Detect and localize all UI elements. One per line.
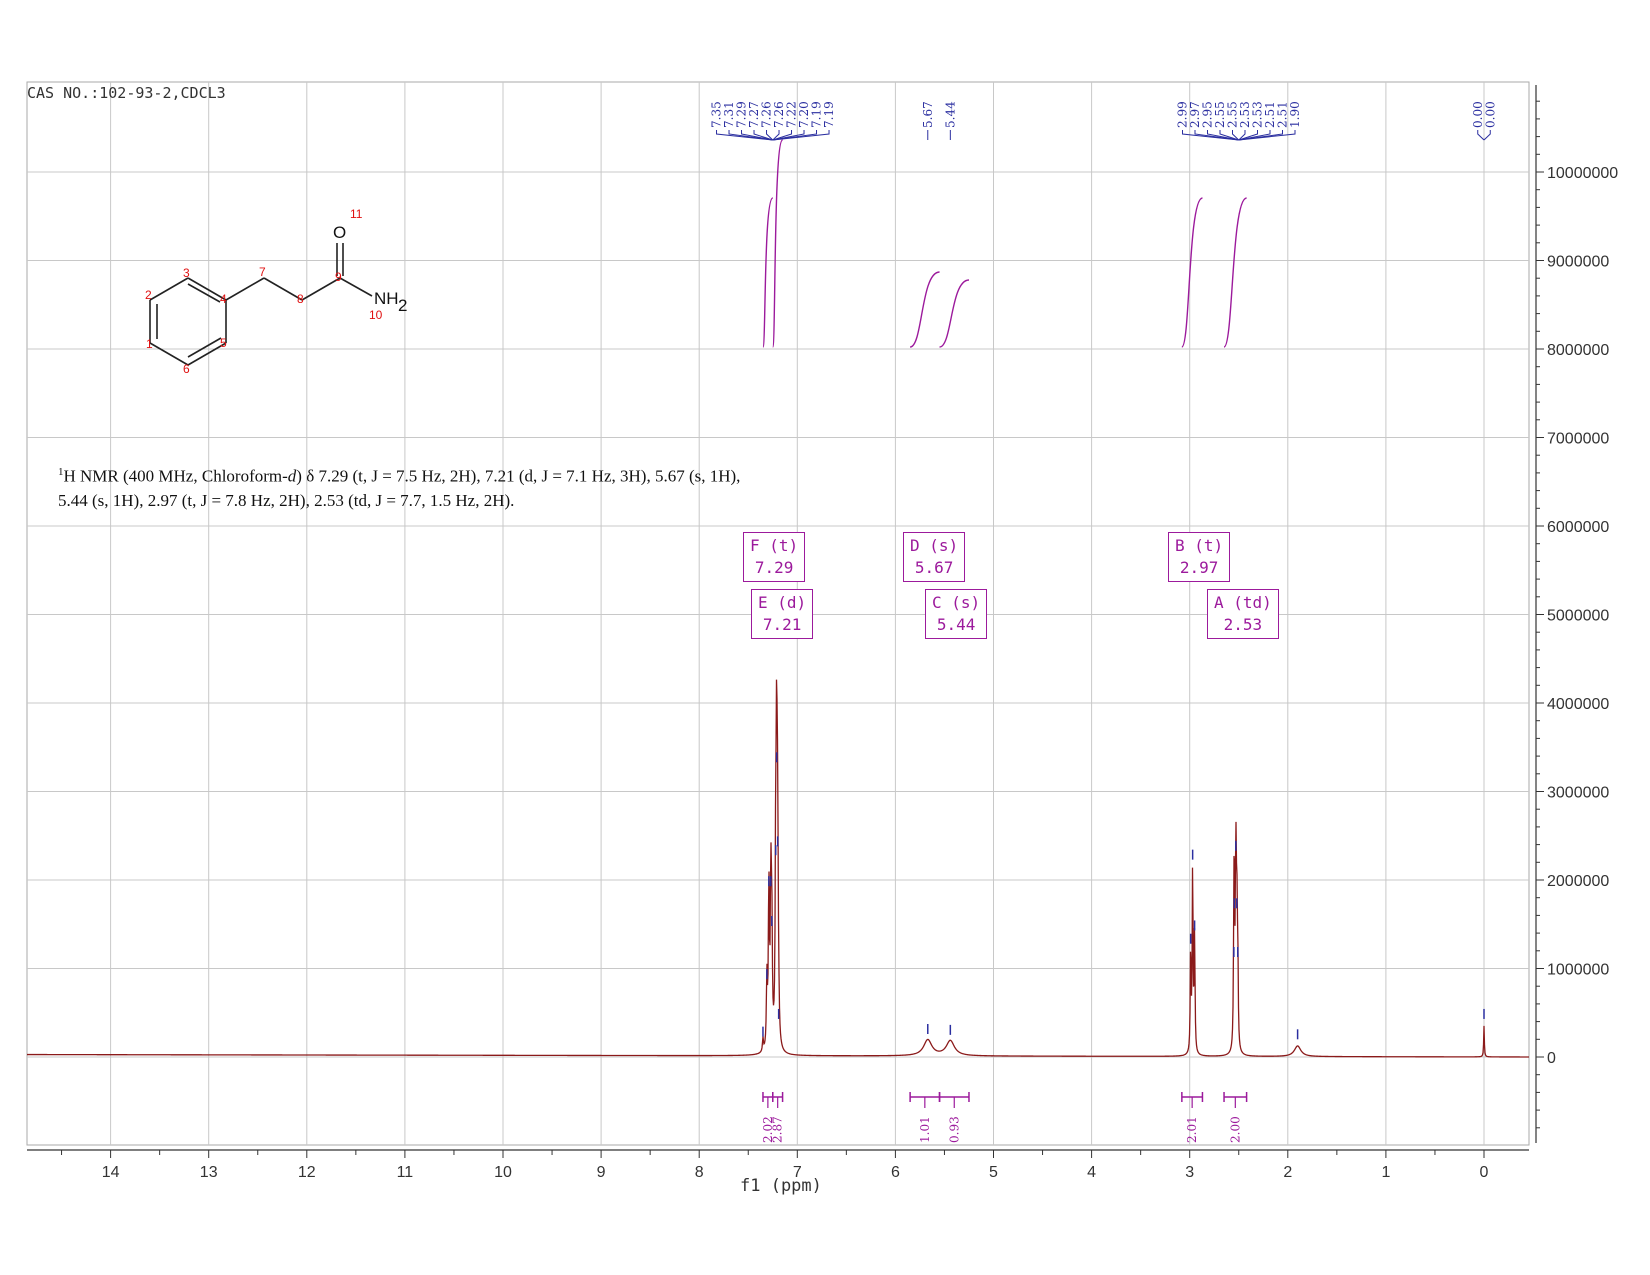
x-tick-label: 1 (1381, 1164, 1390, 1181)
multiplet-shift: 2.97 (1179, 558, 1219, 577)
multiplet-shift: 5.44 (936, 615, 976, 634)
integral-curves (762, 139, 1247, 348)
peak-shift-label: 5.44 (943, 101, 957, 128)
x-tick-label: 8 (695, 1164, 704, 1181)
atom-number: 9 (335, 270, 342, 284)
multiplet-box-c: C (s) 5.44 (925, 589, 988, 639)
y-tick-label: 7000000 (1547, 431, 1609, 448)
peak-label-leader (1483, 130, 1491, 141)
sample-label: CAS NO.:102-93-2,CDCL3 (27, 84, 226, 102)
multiplet-label: B (t) (1175, 536, 1224, 555)
bond (187, 337, 222, 358)
integration-value: 0.93 (947, 1116, 961, 1143)
x-tick-label: 14 (102, 1164, 120, 1181)
peak-shift-label: 7.19 (822, 101, 836, 128)
amine-group: NH (374, 289, 399, 308)
multiplet-box-f: F (t) 7.29 (743, 532, 806, 582)
multiplet-shift: 5.67 (914, 558, 954, 577)
y-tick-label: 4000000 (1547, 696, 1609, 713)
integration-value: 1.01 (918, 1116, 932, 1143)
atom-number: 6 (183, 362, 190, 376)
integral-curve (1181, 197, 1204, 348)
multiplet-box-e: E (d) 7.21 (751, 589, 814, 639)
y-tick-label: 6000000 (1547, 519, 1609, 536)
atom-number: 3 (183, 266, 190, 280)
x-tick-label: 10 (494, 1164, 512, 1181)
integral-curve (772, 139, 784, 348)
integration-value: 2.01 (1185, 1116, 1199, 1143)
oxygen-atom: O (333, 223, 346, 242)
integration-bars: 2.022.87 1.01 0.93 2.01 2.00 (761, 1092, 1248, 1143)
x-tick-label: 2 (1283, 1164, 1292, 1181)
atom-number: 11 (350, 207, 363, 221)
molecule-labels: O NH 2 1 2 3 4 5 6 7 8 9 10 11 (145, 207, 407, 376)
multiplet-label: D (s) (910, 536, 959, 555)
y-tick-label: 10000000 (1547, 165, 1618, 182)
x-tick-label: 0 (1480, 1164, 1489, 1181)
multiplet-box-b: B (t) 2.97 (1168, 532, 1231, 582)
integral-curve (1223, 197, 1247, 348)
bond (339, 277, 373, 297)
integration-value: 2.00 (1228, 1116, 1242, 1143)
description-line2: 5.44 (s, 1H), 2.97 (t, J = 7.8 Hz, 2H), … (58, 490, 515, 510)
peak-shift-label: 1.90 (1288, 101, 1302, 128)
atom-number: 10 (369, 308, 383, 322)
y-tick-label: 2000000 (1547, 873, 1609, 890)
y-tick-label: 5000000 (1547, 608, 1609, 625)
atom-number: 4 (220, 292, 227, 306)
y-axis: 0 1000000 2000000 3000000 4000000 5000000 6000… (1535, 85, 1618, 1143)
multiplet-label: A (td) (1214, 593, 1272, 612)
atom-number: 1 (146, 337, 153, 351)
peak-labels: 7.357.317.297.277.267.267.227.207.197.19… (710, 101, 1497, 141)
multiplet-label: E (d) (758, 593, 807, 612)
molecule-structure (149, 243, 373, 366)
y-tick-label: 0 (1547, 1050, 1556, 1067)
x-tick-label: 6 (891, 1164, 900, 1181)
amine-subscript: 2 (398, 296, 407, 315)
bond (225, 277, 265, 301)
description-line1-end: ) δ 7.29 (t, J = 7.5 Hz, 2H), 7.21 (d, J… (296, 466, 741, 486)
spectrum-line (27, 679, 1529, 1058)
peak-shift-label: 5.67 (921, 101, 935, 128)
y-tick-label: 9000000 (1547, 254, 1609, 271)
multiplet-shift: 7.21 (762, 615, 802, 634)
x-axis-title: f1 (ppm) (740, 1176, 822, 1196)
atom-number: 7 (259, 265, 266, 279)
multiplet-shift: 7.29 (754, 558, 794, 577)
peak-shift-label: 0.00 (1483, 101, 1497, 128)
atom-number: 2 (145, 288, 152, 302)
integral-curve (909, 271, 940, 348)
multiplet-box-d: D (s) 5.67 (903, 532, 966, 582)
y-tick-label: 1000000 (1547, 962, 1609, 979)
integral-curve (762, 197, 774, 348)
x-tick-label: 13 (200, 1164, 218, 1181)
y-tick-label: 3000000 (1547, 785, 1609, 802)
integration-value: 2.87 (771, 1116, 785, 1143)
multiplet-box-a: A (td) 2.53 (1207, 589, 1279, 639)
bond (149, 277, 189, 301)
multiplet-shift: 2.53 (1223, 615, 1263, 634)
spectrum-series (27, 679, 1529, 1058)
integral-curve (939, 279, 970, 348)
atom-number: 5 (220, 336, 227, 350)
x-tick-label: 4 (1087, 1164, 1096, 1181)
nmr-chart: 0 1000000 2000000 3000000 4000000 5000000 6000… (26, 81, 1618, 1181)
x-tick-label: 12 (298, 1164, 316, 1181)
x-tick-label: 3 (1185, 1164, 1194, 1181)
nmr-description: 1H NMR (400 MHz, Chloroform-d) δ 7.29 (t… (58, 460, 818, 513)
x-tick-label: 5 (989, 1164, 998, 1181)
multiplet-label: C (s) (932, 593, 981, 612)
x-tick-label: 9 (597, 1164, 606, 1181)
peak-label-leader (1477, 130, 1485, 141)
x-tick-label: 11 (397, 1164, 414, 1181)
multiplet-label: F (t) (750, 536, 799, 555)
atom-number: 8 (297, 292, 304, 306)
description-line1-start: H NMR (400 MHz, Chloroform- (63, 466, 288, 486)
y-tick-label: 8000000 (1547, 342, 1609, 359)
